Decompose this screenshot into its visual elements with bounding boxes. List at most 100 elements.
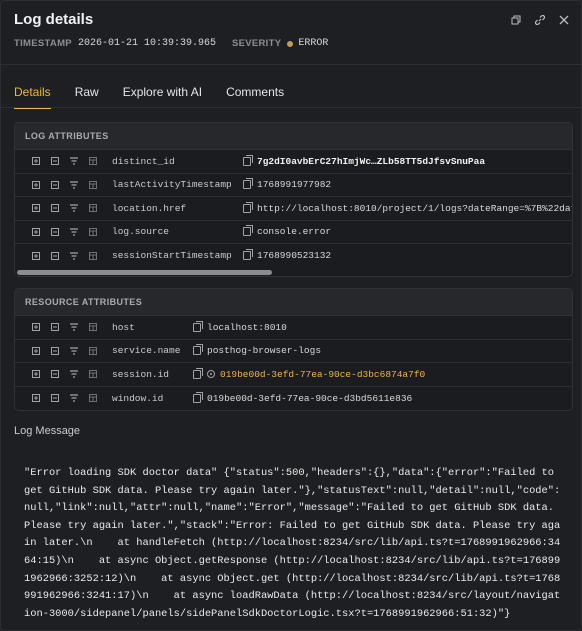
page-title: Log details [14,11,94,28]
row-actions [32,197,108,220]
column-icon[interactable] [89,370,97,379]
attribute-row: window.id 019be00d-3efd-77ea-90ce-d3bd561… [15,386,572,411]
filter-include-icon[interactable] [32,227,40,236]
row-actions [32,174,108,197]
attribute-key: log.source [112,226,170,238]
attribute-value[interactable]: 1768990523132 [243,244,331,268]
filter-exclude-icon[interactable] [51,204,59,213]
attribute-row: lastActivityTimestamp 1768991977982 [15,173,572,197]
tab-details[interactable]: Details [14,85,51,109]
tab-divider [1,107,581,108]
timestamp-value: 2026-01-21 10:39:39.965 [77,38,216,49]
filter-include-icon[interactable] [32,204,40,213]
attribute-value[interactable]: localhost:8010 [193,316,287,339]
link-icon[interactable] [533,13,547,27]
column-icon[interactable] [89,346,97,355]
timestamp-label: TIMESTAMP [14,38,72,49]
copy-icon[interactable] [243,249,253,261]
filter-icon[interactable] [70,323,78,331]
filter-exclude-icon[interactable] [51,180,59,189]
attribute-value-text: 019be00d-3efd-77ea-90ce-d3bd5611e836 [207,392,413,404]
filter-exclude-icon[interactable] [51,323,59,332]
attribute-value[interactable]: 7g2dI0avbErC27hImjWc…ZLb58TT5dJfsvSnuPaa [243,150,485,173]
row-actions [32,221,108,244]
filter-include-icon[interactable] [32,346,40,355]
attribute-value[interactable]: http://localhost:8010/project/1/logs?dat… [243,197,572,220]
filter-include-icon[interactable] [32,251,40,260]
filter-include-icon[interactable] [32,157,40,166]
filter-icon[interactable] [70,181,78,189]
row-actions [32,340,108,363]
column-icon[interactable] [89,251,97,260]
filter-icon[interactable] [70,252,78,260]
close-icon[interactable] [557,13,571,27]
filter-icon[interactable] [70,394,78,402]
log-attributes-card: LOG ATTRIBUTES distinct_id 7g2dI0avbErC27… [14,122,573,277]
attribute-row: location.href http://localhost:8010/proje… [15,197,572,221]
copy-icon[interactable] [243,154,253,166]
attribute-value-text: 1768991977982 [257,179,332,191]
column-icon[interactable] [89,323,97,332]
column-icon[interactable] [89,227,97,236]
attribute-value-text: console.error [257,226,332,238]
attribute-value-text: posthog-browser-logs [207,345,322,357]
session-icon[interactable] [207,370,215,379]
log-message-title: Log Message [14,425,81,437]
column-icon[interactable] [89,204,97,213]
copy-icon[interactable] [509,13,523,27]
attribute-row: session.id 019be00d-3efd-77ea-90ce-d3bc68… [15,363,572,387]
filter-exclude-icon[interactable] [51,346,59,355]
copy-icon[interactable] [243,178,253,190]
filter-icon[interactable] [70,228,78,236]
attribute-key: lastActivityTimestamp [112,179,232,191]
attribute-value[interactable]: 1768991977982 [243,174,331,197]
filter-exclude-icon[interactable] [51,394,59,403]
tab-comments[interactable]: Comments [226,85,284,109]
horizontal-scrollbar[interactable] [15,267,572,276]
attribute-value-text: 7g2dI0avbErC27hImjWc…ZLb58TT5dJfsvSnuPaa [257,155,486,167]
attribute-value[interactable]: posthog-browser-logs [193,340,321,363]
filter-icon[interactable] [70,347,78,355]
copy-icon[interactable] [193,391,203,403]
filter-include-icon[interactable] [32,370,40,379]
filter-icon[interactable] [70,370,78,378]
copy-icon[interactable] [193,344,203,356]
attribute-row: log.source console.error [15,220,572,244]
filter-exclude-icon[interactable] [51,227,59,236]
log-details-panel: Log details TIMESTAMP 2026-01-21 10:39:3… [0,0,582,631]
attribute-key: service.name [112,345,181,357]
filter-exclude-icon[interactable] [51,251,59,260]
attribute-value-text: 019be00d-3efd-77ea-90ce-d3bc6874a7f0 [220,368,426,380]
tab-raw[interactable]: Raw [75,85,99,109]
filter-icon[interactable] [70,157,78,165]
filter-include-icon[interactable] [32,323,40,332]
attribute-row: sessionStartTimestamp 1768990523132 [15,244,572,268]
column-icon[interactable] [89,157,97,166]
filter-include-icon[interactable] [32,180,40,189]
filter-include-icon[interactable] [32,394,40,403]
log-message-body: "Error loading SDK doctor data" {"status… [24,467,561,620]
row-actions [32,316,108,339]
attribute-value[interactable]: 019be00d-3efd-77ea-90ce-d3bd5611e836 [193,387,412,411]
severity-label: SEVERITY [231,38,282,49]
attribute-value[interactable]: console.error [243,221,331,244]
column-icon[interactable] [89,180,97,189]
filter-exclude-icon[interactable] [51,370,59,379]
header-actions [509,13,571,27]
copy-icon[interactable] [193,367,203,379]
attribute-value-text: 1768990523132 [257,250,332,262]
log-attributes-heading: LOG ATTRIBUTES [15,123,572,150]
row-actions [32,244,108,268]
attribute-value[interactable]: 019be00d-3efd-77ea-90ce-d3bc6874a7f0 [193,363,425,386]
column-icon[interactable] [89,394,97,403]
copy-icon[interactable] [243,201,253,213]
copy-icon[interactable] [193,320,203,332]
scrollbar-thumb[interactable] [17,269,272,275]
attribute-row: service.name posthog-browser-logs [15,339,572,363]
tab-explore-with-ai[interactable]: Explore with AI [123,85,202,109]
copy-icon[interactable] [243,225,253,237]
filter-icon[interactable] [70,204,78,212]
resource-attributes-heading: RESOURCE ATTRIBUTES [15,289,572,316]
filter-exclude-icon[interactable] [51,157,59,166]
header-divider [1,64,581,65]
